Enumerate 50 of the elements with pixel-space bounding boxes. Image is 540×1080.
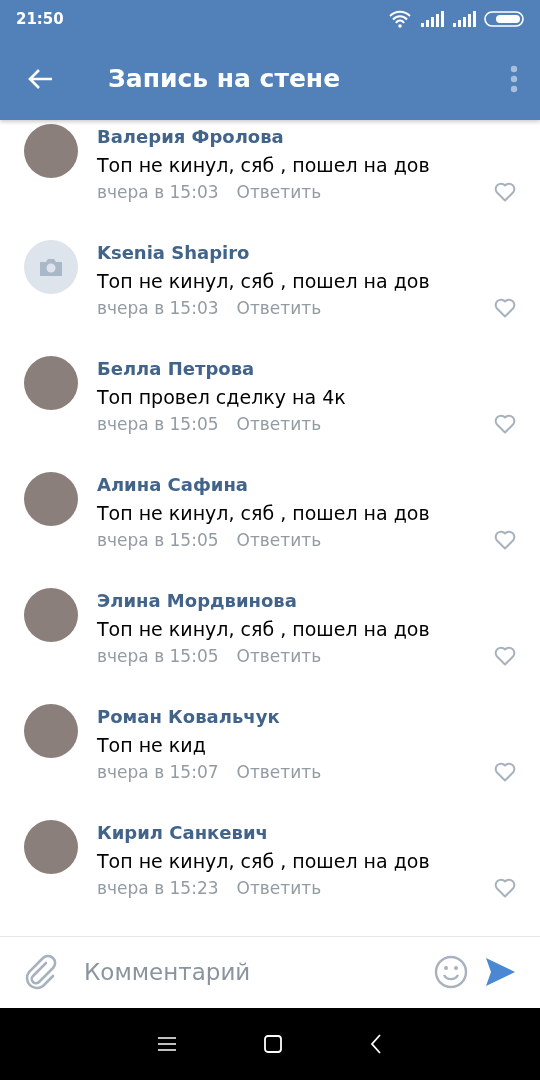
- send-icon[interactable]: [484, 956, 516, 989]
- comment-text: Топ не кинул, сяб , пошел на дов: [97, 152, 431, 178]
- comment-time: вчера в 15:03: [97, 181, 219, 202]
- signal-icon: [452, 11, 476, 27]
- avatar-photo[interactable]: [24, 819, 78, 874]
- home-icon[interactable]: [264, 1035, 282, 1054]
- like-icon[interactable]: [494, 877, 516, 898]
- author-name[interactable]: Алина Сафина: [97, 471, 516, 498]
- battery-icon: [484, 11, 524, 27]
- like-icon[interactable]: [494, 413, 516, 434]
- author-name[interactable]: Элина Мордвинова: [97, 587, 516, 614]
- like-icon[interactable]: [494, 645, 516, 666]
- status-time: 21:50: [16, 10, 64, 28]
- paperclip-icon[interactable]: [24, 954, 58, 991]
- comment-time: вчера в 15:05: [97, 529, 219, 550]
- comment-text: Топ провел сделку на 4к: [97, 384, 347, 410]
- menu-icon[interactable]: [158, 1037, 176, 1052]
- comment-text: Топ не кинул, сяб , пошел на дов: [97, 500, 431, 526]
- avatar-photo[interactable]: [24, 355, 78, 410]
- comment-time: вчера в 15:23: [97, 877, 219, 898]
- like-icon[interactable]: [494, 529, 516, 550]
- back-button[interactable]: [28, 67, 54, 90]
- avatar-photo[interactable]: [24, 703, 78, 758]
- author-name[interactable]: Белла Петрова: [97, 355, 516, 382]
- author-name[interactable]: Роман Ковальчук: [97, 703, 516, 730]
- comment-time: вчера в 15:05: [97, 645, 219, 666]
- avatar-photo[interactable]: [24, 123, 78, 178]
- avatar-photo[interactable]: [24, 471, 78, 526]
- comment-time: вчера в 15:03: [97, 297, 219, 318]
- like-icon[interactable]: [494, 297, 516, 318]
- author-name[interactable]: Кирил Санкевич: [97, 819, 516, 846]
- default-avatar[interactable]: [24, 239, 78, 294]
- avatar-photo[interactable]: [24, 587, 78, 642]
- signal-icon: [420, 11, 444, 27]
- back-icon[interactable]: [370, 1034, 382, 1055]
- page-title: Запись на стене: [108, 64, 342, 94]
- comment-text: Топ не кинул, сяб , пошел на дов: [97, 848, 431, 874]
- camera-icon: [38, 256, 64, 277]
- comment-time: вчера в 15:05: [97, 413, 219, 434]
- comment-text: Топ не кинул, сяб , пошел на дов: [97, 616, 431, 642]
- smiley-icon[interactable]: [434, 955, 468, 990]
- wifi-icon: [388, 10, 412, 28]
- author-name[interactable]: Валерия Фролова: [97, 123, 516, 150]
- more-icon[interactable]: [510, 64, 518, 93]
- like-icon[interactable]: [494, 761, 516, 782]
- comment-text: Топ не кид: [97, 732, 207, 758]
- author-name[interactable]: Ksenia Shapiro: [97, 239, 516, 266]
- comment-text: Топ не кинул, сяб , пошел на дов: [97, 268, 431, 294]
- like-icon[interactable]: [494, 181, 516, 202]
- comment-time: вчера в 15:07: [97, 761, 219, 782]
